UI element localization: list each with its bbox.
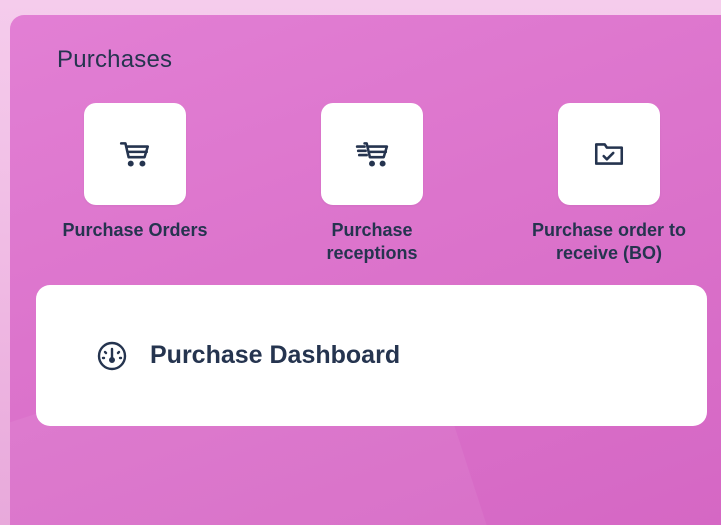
app-icon-box[interactable] xyxy=(558,103,660,205)
section-title: Purchases xyxy=(57,46,173,73)
app-label-purchase-orders: Purchase Orders xyxy=(62,220,208,240)
app-icon-box[interactable] xyxy=(84,103,186,205)
app-label-purchase-order-to-receive: Purchase order to receive (BO) xyxy=(531,220,687,263)
purchase-dashboard-card[interactable]: Purchase Dashboard xyxy=(36,285,707,426)
app-tile-purchase-order-to-receive[interactable]: Purchase order to receive (BO) xyxy=(520,103,710,293)
shopping-cart-icon xyxy=(119,142,150,167)
app-tile-purchase-receptions[interactable]: Purchase receptions xyxy=(283,103,473,293)
purchase-dashboard-label: Purchase Dashboard xyxy=(150,341,401,369)
fast-cart-icon xyxy=(355,142,389,167)
app-tile-purchase-orders[interactable]: Purchase Orders xyxy=(46,103,236,293)
purchases-panel: Purchases Purchase Orders Purchase recep… xyxy=(10,15,721,525)
app-icon-box[interactable] xyxy=(321,103,423,205)
gauge-icon xyxy=(96,340,128,372)
folder-check-icon xyxy=(594,143,624,165)
app-label-purchase-receptions: Purchase receptions xyxy=(326,220,418,263)
